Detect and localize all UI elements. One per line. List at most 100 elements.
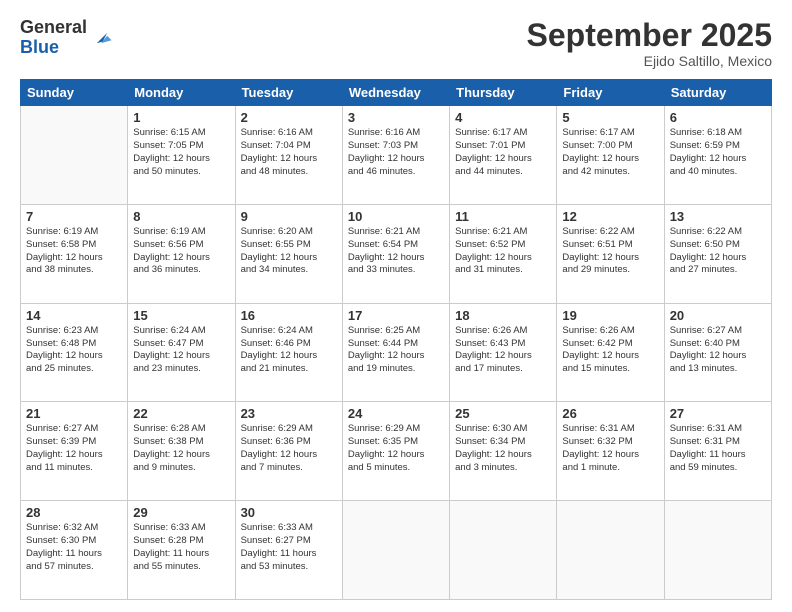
calendar-cell: 23 Sunrise: 6:29 AMSunset: 6:36 PMDayligh… (235, 402, 342, 501)
day-number: 8 (133, 209, 229, 224)
cell-content: Sunrise: 6:19 AMSunset: 6:56 PMDaylight:… (133, 226, 229, 277)
day-number: 24 (348, 406, 444, 421)
calendar-cell: 29 Sunrise: 6:33 AMSunset: 6:28 PMDayligh… (128, 501, 235, 600)
day-number: 10 (348, 209, 444, 224)
day-number: 18 (455, 308, 551, 323)
day-number: 7 (26, 209, 122, 224)
calendar-table: Sunday Monday Tuesday Wednesday Thursday… (20, 79, 772, 600)
page: General Blue September 2025 Ejido Saltil… (0, 0, 792, 612)
cell-content: Sunrise: 6:31 AMSunset: 6:31 PMDaylight:… (670, 423, 766, 474)
cell-content: Sunrise: 6:17 AMSunset: 7:00 PMDaylight:… (562, 127, 658, 178)
calendar-cell (342, 501, 449, 600)
day-number: 5 (562, 110, 658, 125)
cell-content: Sunrise: 6:28 AMSunset: 6:38 PMDaylight:… (133, 423, 229, 474)
cell-content: Sunrise: 6:25 AMSunset: 6:44 PMDaylight:… (348, 325, 444, 376)
calendar-cell (450, 501, 557, 600)
calendar-cell: 28 Sunrise: 6:32 AMSunset: 6:30 PMDayligh… (21, 501, 128, 600)
calendar-cell (21, 106, 128, 205)
calendar-cell: 13Sunrise: 6:22 AMSunset: 6:50 PMDayligh… (664, 204, 771, 303)
calendar-cell: 16Sunrise: 6:24 AMSunset: 6:46 PMDayligh… (235, 303, 342, 402)
title-block: September 2025 Ejido Saltillo, Mexico (527, 18, 772, 69)
cell-content: Sunrise: 6:15 AMSunset: 7:05 PMDaylight:… (133, 127, 229, 178)
cell-content: Sunrise: 6:22 AMSunset: 6:50 PMDaylight:… (670, 226, 766, 277)
cell-content: Sunrise: 6:23 AMSunset: 6:48 PMDaylight:… (26, 325, 122, 376)
calendar-cell: 15 Sunrise: 6:24 AMSunset: 6:47 PMDayligh… (128, 303, 235, 402)
calendar-cell: 27Sunrise: 6:31 AMSunset: 6:31 PMDayligh… (664, 402, 771, 501)
calendar-cell: 6Sunrise: 6:18 AMSunset: 6:59 PMDaylight… (664, 106, 771, 205)
month-title: September 2025 (527, 18, 772, 53)
day-number: 30 (241, 505, 337, 520)
cell-content: Sunrise: 6:33 AMSunset: 6:28 PMDaylight:… (133, 522, 229, 573)
cell-content: Sunrise: 6:30 AMSunset: 6:34 PMDaylight:… (455, 423, 551, 474)
day-number: 19 (562, 308, 658, 323)
day-number: 22 (133, 406, 229, 421)
day-number: 11 (455, 209, 551, 224)
day-number: 15 (133, 308, 229, 323)
day-number: 23 (241, 406, 337, 421)
cell-content: Sunrise: 6:32 AMSunset: 6:30 PMDaylight:… (26, 522, 122, 573)
col-tuesday: Tuesday (235, 80, 342, 106)
week-row-5: 28 Sunrise: 6:32 AMSunset: 6:30 PMDayligh… (21, 501, 772, 600)
cell-content: Sunrise: 6:24 AMSunset: 6:47 PMDaylight:… (133, 325, 229, 376)
calendar-cell: 14 Sunrise: 6:23 AMSunset: 6:48 PMDayligh… (21, 303, 128, 402)
cell-content: Sunrise: 6:20 AMSunset: 6:55 PMDaylight:… (241, 226, 337, 277)
calendar-cell: 9 Sunrise: 6:20 AMSunset: 6:55 PMDaylight… (235, 204, 342, 303)
cell-content: Sunrise: 6:29 AMSunset: 6:36 PMDaylight:… (241, 423, 337, 474)
day-number: 1 (133, 110, 229, 125)
calendar-cell: 30 Sunrise: 6:33 AMSunset: 6:27 PMDayligh… (235, 501, 342, 600)
cell-content: Sunrise: 6:26 AMSunset: 6:42 PMDaylight:… (562, 325, 658, 376)
cell-content: Sunrise: 6:29 AMSunset: 6:35 PMDaylight:… (348, 423, 444, 474)
col-sunday: Sunday (21, 80, 128, 106)
calendar-cell: 18 Sunrise: 6:26 AMSunset: 6:43 PMDayligh… (450, 303, 557, 402)
cell-content: Sunrise: 6:31 AMSunset: 6:32 PMDaylight:… (562, 423, 658, 474)
header: General Blue September 2025 Ejido Saltil… (20, 18, 772, 69)
cell-content: Sunrise: 6:17 AMSunset: 7:01 PMDaylight:… (455, 127, 551, 178)
day-number: 28 (26, 505, 122, 520)
day-number: 2 (241, 110, 337, 125)
cell-content: Sunrise: 6:16 AMSunset: 7:04 PMDaylight:… (241, 127, 337, 178)
day-number: 9 (241, 209, 337, 224)
calendar-cell: 12 Sunrise: 6:22 AMSunset: 6:51 PMDayligh… (557, 204, 664, 303)
cell-content: Sunrise: 6:21 AMSunset: 6:54 PMDaylight:… (348, 226, 444, 277)
logo-icon (91, 27, 113, 49)
col-saturday: Saturday (664, 80, 771, 106)
day-number: 25 (455, 406, 551, 421)
day-number: 21 (26, 406, 122, 421)
cell-content: Sunrise: 6:26 AMSunset: 6:43 PMDaylight:… (455, 325, 551, 376)
calendar-cell: 26Sunrise: 6:31 AMSunset: 6:32 PMDayligh… (557, 402, 664, 501)
location: Ejido Saltillo, Mexico (527, 53, 772, 69)
day-number: 4 (455, 110, 551, 125)
day-number: 20 (670, 308, 766, 323)
cell-content: Sunrise: 6:33 AMSunset: 6:27 PMDaylight:… (241, 522, 337, 573)
day-number: 14 (26, 308, 122, 323)
cell-content: Sunrise: 6:19 AMSunset: 6:58 PMDaylight:… (26, 226, 122, 277)
week-row-3: 14 Sunrise: 6:23 AMSunset: 6:48 PMDayligh… (21, 303, 772, 402)
cell-content: Sunrise: 6:22 AMSunset: 6:51 PMDaylight:… (562, 226, 658, 277)
logo: General Blue (20, 18, 113, 58)
week-row-4: 21Sunrise: 6:27 AMSunset: 6:39 PMDayligh… (21, 402, 772, 501)
calendar-cell (664, 501, 771, 600)
calendar-cell: 24 Sunrise: 6:29 AMSunset: 6:35 PMDayligh… (342, 402, 449, 501)
day-number: 16 (241, 308, 337, 323)
logo-blue: Blue (20, 38, 87, 58)
calendar-cell: 10 Sunrise: 6:21 AMSunset: 6:54 PMDayligh… (342, 204, 449, 303)
calendar-cell: 4 Sunrise: 6:17 AMSunset: 7:01 PMDaylight… (450, 106, 557, 205)
calendar-header-row: Sunday Monday Tuesday Wednesday Thursday… (21, 80, 772, 106)
cell-content: Sunrise: 6:18 AMSunset: 6:59 PMDaylight:… (670, 127, 766, 178)
col-wednesday: Wednesday (342, 80, 449, 106)
calendar-cell: 17 Sunrise: 6:25 AMSunset: 6:44 PMDayligh… (342, 303, 449, 402)
calendar-cell: 3 Sunrise: 6:16 AMSunset: 7:03 PMDaylight… (342, 106, 449, 205)
calendar-cell (557, 501, 664, 600)
calendar-cell: 7 Sunrise: 6:19 AMSunset: 6:58 PMDaylight… (21, 204, 128, 303)
calendar-cell: 22 Sunrise: 6:28 AMSunset: 6:38 PMDayligh… (128, 402, 235, 501)
week-row-1: 1 Sunrise: 6:15 AMSunset: 7:05 PMDaylight… (21, 106, 772, 205)
cell-content: Sunrise: 6:16 AMSunset: 7:03 PMDaylight:… (348, 127, 444, 178)
day-number: 3 (348, 110, 444, 125)
col-thursday: Thursday (450, 80, 557, 106)
day-number: 17 (348, 308, 444, 323)
logo-general: General (20, 18, 87, 38)
calendar-cell: 2 Sunrise: 6:16 AMSunset: 7:04 PMDaylight… (235, 106, 342, 205)
calendar-cell: 1 Sunrise: 6:15 AMSunset: 7:05 PMDaylight… (128, 106, 235, 205)
day-number: 29 (133, 505, 229, 520)
day-number: 12 (562, 209, 658, 224)
